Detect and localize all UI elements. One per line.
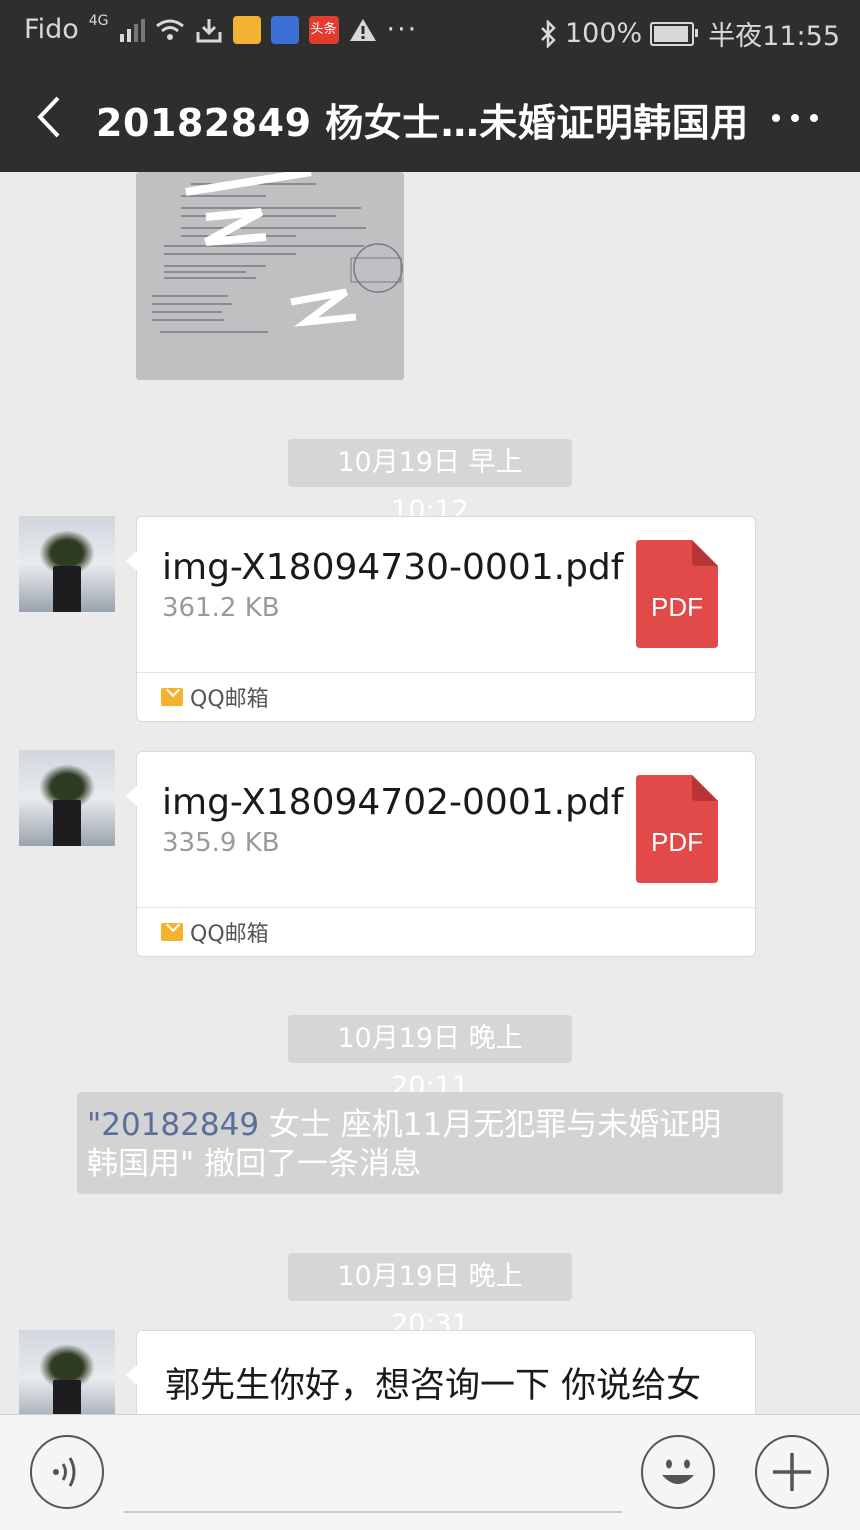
- avatar[interactable]: [19, 750, 115, 846]
- avatar[interactable]: [19, 1330, 115, 1426]
- message-text: 郭先生你好，想咨询一下 你说给女: [165, 1366, 702, 1406]
- pdf-label: PDF: [651, 827, 703, 857]
- emoji-button[interactable]: [641, 1435, 715, 1509]
- file-name: img-X18094730-0001.pdf: [162, 547, 624, 588]
- battery-icon: [650, 21, 699, 46]
- chat-input-bar: [0, 1414, 860, 1530]
- file-message-card[interactable]: img-X18094730-0001.pdf 361.2 KB PDF QQ邮箱: [126, 516, 756, 722]
- timestamp-divider: 10月19日 早上10:12: [288, 439, 572, 526]
- document-photo-message[interactable]: [136, 172, 404, 380]
- battery-percent: 100%: [564, 18, 643, 49]
- status-bar: Fido 4G 头条 ··· 100% 半夜11:55: [0, 0, 860, 62]
- clock: 半夜11:55: [708, 21, 840, 52]
- mail-app-icon: [232, 15, 261, 44]
- chat-title: 20182849 杨女士…未婚证明韩国用: [96, 101, 749, 145]
- video-app-icon: [270, 15, 299, 44]
- recall-sender-name[interactable]: "20182849: [87, 1107, 269, 1143]
- smiley-icon: [662, 1459, 694, 1484]
- bluetooth-icon: [541, 19, 556, 48]
- warning-icon: [349, 18, 376, 41]
- timestamp-divider: 10月19日 晚上20:11: [288, 1015, 572, 1102]
- recall-sender-name-cont: 韩国用": [87, 1146, 195, 1182]
- qq-mail-icon: [161, 688, 183, 706]
- more-notifications-icon: ···: [386, 14, 419, 45]
- file-source-footer: QQ邮箱: [137, 907, 755, 956]
- message-input[interactable]: [124, 1435, 622, 1513]
- scanned-document-image: [136, 172, 404, 380]
- wifi-icon: [155, 19, 184, 40]
- recall-text-cont: 撤回了一条消息: [194, 1146, 422, 1182]
- signal-icon: [119, 18, 145, 42]
- more-actions-button[interactable]: [755, 1435, 829, 1509]
- recall-text: 女士 座机11月无犯罪与未婚证明: [268, 1107, 722, 1143]
- file-message-card[interactable]: img-X18094702-0001.pdf 335.9 KB PDF QQ邮箱: [126, 751, 756, 957]
- voice-input-button[interactable]: [30, 1435, 104, 1509]
- qq-mail-icon: [161, 923, 183, 941]
- back-arrow-icon[interactable]: [30, 92, 70, 142]
- message-recalled-notice: "20182849 女士 座机11月无犯罪与未婚证明 韩国用" 撤回了一条消息: [77, 1092, 783, 1194]
- file-size: 335.9 KB: [162, 828, 280, 858]
- file-name: img-X18094702-0001.pdf: [162, 782, 624, 823]
- network-label: 4G: [88, 12, 109, 29]
- news-app-icon: 头条: [308, 15, 339, 44]
- file-source-footer: QQ邮箱: [137, 672, 755, 721]
- timestamp-divider: 10月19日 晚上20:31: [288, 1253, 572, 1340]
- pdf-file-icon: PDF: [636, 775, 718, 883]
- file-size: 361.2 KB: [162, 593, 280, 623]
- pdf-file-icon: PDF: [636, 540, 718, 648]
- avatar[interactable]: [19, 516, 115, 612]
- chat-header: 20182849 杨女士…未婚证明韩国用: [0, 62, 860, 172]
- download-icon: [196, 18, 221, 42]
- file-source-label: QQ邮箱: [190, 922, 269, 947]
- carrier-label: Fido: [24, 14, 79, 45]
- plus-icon: [773, 1453, 811, 1491]
- voice-icon: [53, 1457, 76, 1487]
- pdf-label: PDF: [651, 592, 703, 622]
- file-source-label: QQ邮箱: [190, 687, 269, 712]
- more-options-icon[interactable]: [770, 112, 820, 124]
